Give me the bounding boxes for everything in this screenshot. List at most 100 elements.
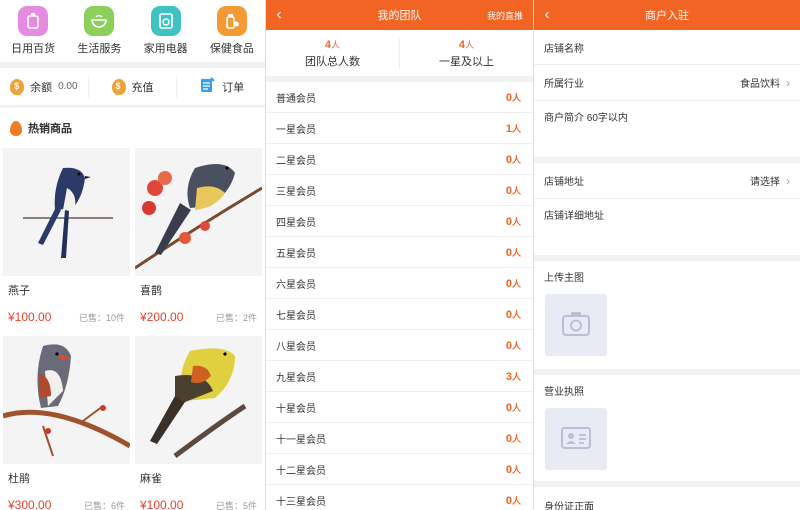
merchant-navbar: ‹ 商户入驻 — [534, 0, 800, 30]
member-level-row[interactable]: 十二星会员 0人 — [266, 454, 533, 485]
product-name: 燕子 — [8, 285, 30, 297]
member-count: 3人 — [506, 370, 521, 383]
product-card[interactable]: 燕子 ¥100.00 已售：10件 — [3, 148, 130, 336]
back-icon[interactable]: ‹ — [266, 0, 292, 30]
member-count: 0人 — [506, 308, 521, 321]
member-level-label: 四星会员 — [276, 217, 316, 229]
team-total-stat: 4人 团队总人数 — [266, 37, 400, 69]
direct-referrals-link[interactable]: 我的直推 — [487, 9, 523, 22]
member-level-row[interactable]: 四星会员 0人 — [266, 206, 533, 237]
intro-textarea[interactable]: 商户简介 60字以内 — [534, 101, 800, 163]
member-level-row[interactable]: 十星会员 0人 — [266, 392, 533, 423]
license-label: 营业执照 — [544, 387, 584, 398]
member-count-unit: 人 — [511, 154, 521, 165]
member-level-row[interactable]: 普通会员 0人 — [266, 82, 533, 113]
id-front-label: 身份证正面 — [544, 501, 594, 510]
recharge-item[interactable]: 充值 — [89, 75, 178, 98]
member-count: 1人 — [506, 122, 521, 135]
member-level-row[interactable]: 二星会员 0人 — [266, 144, 533, 175]
health-food-icon — [216, 6, 247, 36]
balance-item[interactable]: 余额 0.00 — [0, 75, 89, 98]
back-icon[interactable]: ‹ — [534, 0, 560, 30]
main-image-label: 上传主图 — [544, 273, 584, 284]
member-level-row[interactable]: 十三星会员 0人 — [266, 485, 533, 510]
member-count: 0人 — [506, 153, 521, 166]
product-card[interactable]: 喜鹊 ¥200.00 已售：2件 — [135, 148, 262, 336]
member-level-row[interactable]: 三星会员 0人 — [266, 175, 533, 206]
member-count-unit: 人 — [511, 340, 521, 351]
main-image-upload-button[interactable] — [545, 294, 607, 356]
product-grid: 燕子 ¥100.00 已售：10件 喜鹊 ¥200.00 已售：2件 杜鹃 ¥3… — [0, 148, 265, 510]
member-count: 0人 — [506, 494, 521, 507]
product-price: ¥300.00 — [8, 498, 52, 510]
stat-label: 团队总人数 — [305, 55, 360, 68]
stat-unit: 人 — [465, 39, 475, 50]
orders-icon — [198, 76, 216, 97]
category-label: 日用百货 — [11, 43, 56, 55]
member-count: 0人 — [506, 215, 521, 228]
license-upload-button[interactable] — [545, 408, 607, 470]
category-life-service[interactable]: 生活服务 — [66, 6, 132, 62]
category-daily-goods[interactable]: 日用百货 — [0, 6, 66, 62]
member-level-row[interactable]: 八星会员 0人 — [266, 330, 533, 361]
id-front-upload[interactable]: 身份证正面 — [534, 487, 800, 510]
shop-name-field[interactable]: 店铺名称 — [534, 30, 800, 65]
address-value: 请选择 — [750, 177, 780, 188]
member-count-unit: 人 — [511, 278, 521, 289]
member-count-unit: 人 — [511, 185, 521, 196]
member-level-label: 三星会员 — [276, 186, 316, 198]
shop-name-label: 店铺名称 — [544, 43, 584, 55]
my-team-panel: ‹ 我的团队 我的直推 4人 团队总人数 4人 一星及以上 普通会员 0人 一星会员… — [266, 0, 533, 510]
member-level-row[interactable]: 七星会员 0人 — [266, 299, 533, 330]
member-level-row[interactable]: 六星会员 0人 — [266, 268, 533, 299]
product-name: 喜鹊 — [140, 285, 162, 297]
member-level-label: 十二星会员 — [276, 465, 326, 477]
member-count-unit: 人 — [511, 309, 521, 320]
sparrow-bird-image — [135, 336, 262, 464]
detail-address-textarea[interactable]: 店铺详细地址 — [534, 199, 800, 261]
member-level-label: 八星会员 — [276, 341, 316, 353]
page-title: 商户入驻 — [645, 10, 689, 22]
product-sold: 已售：5件 — [215, 500, 257, 510]
category-appliance[interactable]: 家用电器 — [133, 6, 199, 62]
orders-label: 订单 — [222, 81, 245, 94]
member-count-unit: 人 — [511, 495, 521, 506]
category-health-food[interactable]: 保健食品 — [199, 6, 265, 62]
balance-label: 余额 — [30, 81, 53, 94]
member-count-unit: 人 — [511, 216, 521, 227]
member-level-label: 九星会员 — [276, 372, 316, 384]
hot-products-title: 热销商品 — [28, 123, 72, 135]
orders-item[interactable]: 订单 — [177, 76, 265, 98]
life-service-icon — [84, 6, 115, 36]
hot-products-header: 热销商品 — [0, 108, 265, 148]
appliance-icon — [150, 6, 181, 36]
flame-icon — [10, 120, 22, 136]
category-label: 保健食品 — [209, 43, 254, 55]
member-level-row[interactable]: 十一星会员 0人 — [266, 423, 533, 454]
member-level-label: 一星会员 — [276, 124, 316, 136]
cuckoo-bird-image — [3, 336, 130, 464]
product-price: ¥200.00 — [140, 310, 184, 324]
product-name: 麻雀 — [140, 473, 162, 485]
product-sold: 已售：2件 — [215, 312, 257, 323]
member-level-label: 二星会员 — [276, 155, 316, 167]
member-count: 0人 — [506, 277, 521, 290]
product-card[interactable]: 麻雀 ¥100.00 已售：5件 — [135, 336, 262, 510]
member-level-row[interactable]: 五星会员 0人 — [266, 237, 533, 268]
member-level-row[interactable]: 九星会员 3人 — [266, 361, 533, 392]
address-select[interactable]: 店铺地址 请选择 › — [534, 163, 800, 199]
industry-select[interactable]: 所属行业 食品饮料 › — [534, 65, 800, 101]
team-navbar: ‹ 我的团队 我的直推 — [266, 0, 533, 30]
member-count: 0人 — [506, 401, 521, 414]
category-label: 家用电器 — [143, 43, 188, 55]
member-count-unit: 人 — [511, 123, 521, 134]
product-price: ¥100.00 — [140, 498, 184, 510]
shop-home-panel: 日用百货 生活服务 家用电器 保健食品 余额 0.00 — [0, 0, 265, 510]
member-level-row[interactable]: 一星会员 1人 — [266, 113, 533, 144]
member-level-label: 五星会员 — [276, 248, 316, 260]
product-sold: 已售：6件 — [83, 500, 125, 510]
product-card[interactable]: 杜鹃 ¥300.00 已售：6件 — [3, 336, 130, 510]
chevron-right-icon: › — [786, 173, 790, 188]
member-count: 0人 — [506, 184, 521, 197]
account-bar: 余额 0.00 充值 订单 — [0, 68, 265, 106]
